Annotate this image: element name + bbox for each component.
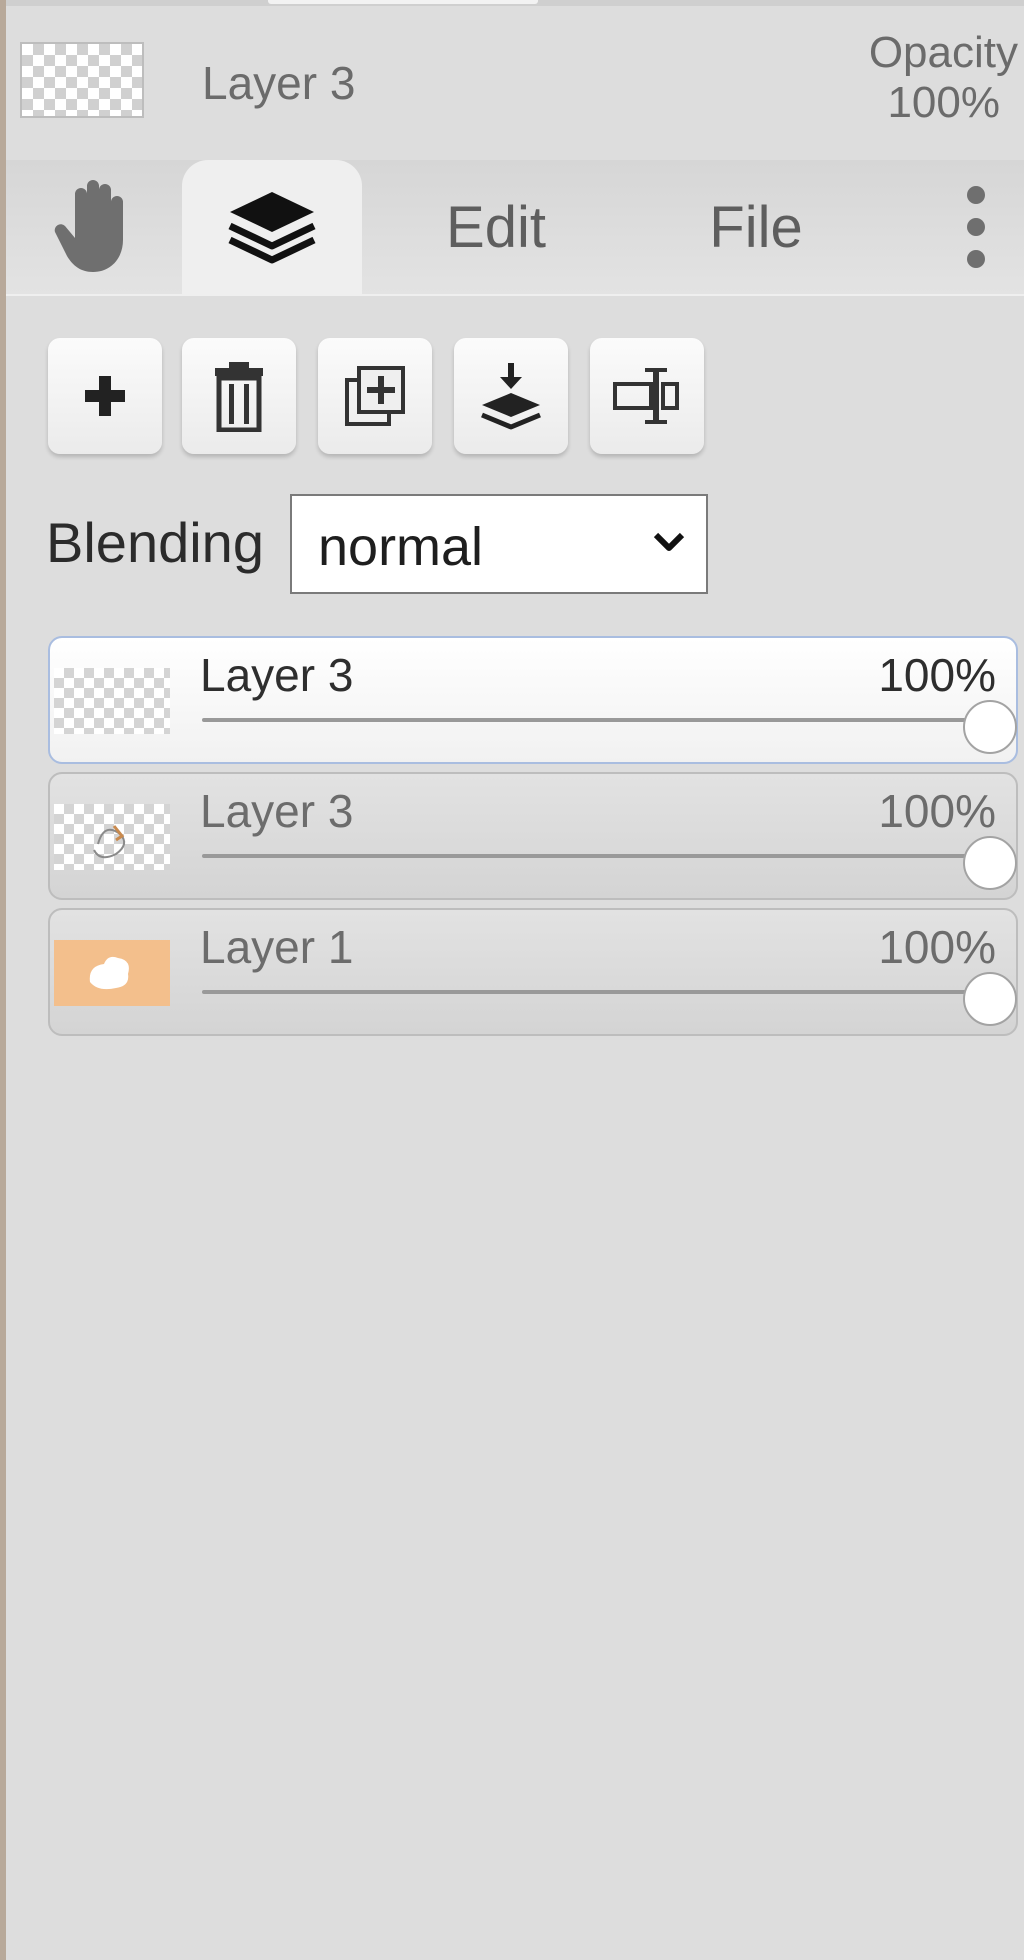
tab-bar: Edit File [6, 160, 1024, 296]
layer-opacity-slider-handle[interactable] [963, 700, 1017, 754]
layer-thumbnail [54, 804, 170, 870]
rename-layer-button[interactable] [590, 338, 704, 454]
blending-select[interactable]: normal [290, 494, 708, 594]
top-handle[interactable] [268, 0, 538, 4]
more-vertical-icon [967, 186, 985, 268]
chevron-down-icon [653, 532, 685, 551]
opacity-value: 100% [887, 78, 1000, 127]
layer-opacity-value: 100% [878, 921, 996, 973]
layer-thumbnail [54, 940, 170, 1006]
tab-file[interactable]: File [666, 160, 846, 294]
layers-icon [228, 192, 316, 264]
current-layer-thumbnail [20, 42, 144, 118]
rename-layer-icon [613, 368, 679, 424]
blending-label: Blending [46, 511, 264, 574]
layer-opacity-slider[interactable] [202, 718, 990, 722]
layer-opacity-slider[interactable] [202, 854, 990, 858]
hand-icon [54, 180, 123, 272]
layer-name: Layer 1 [200, 921, 354, 973]
layer-row[interactable]: Layer 1 100% [48, 908, 1018, 1036]
add-layer-icon [85, 376, 125, 416]
top-strip [6, 0, 1024, 6]
layer-opacity-slider-handle[interactable] [963, 836, 1017, 890]
tab-hand[interactable] [36, 160, 156, 294]
layer-row[interactable]: Layer 3 100% [48, 636, 1018, 764]
tab-layers[interactable] [182, 160, 362, 296]
layer-row[interactable]: Layer 3 100% [48, 772, 1018, 900]
merge-down-icon [481, 363, 541, 430]
delete-layer-button[interactable] [182, 338, 296, 454]
layer-name: Layer 3 [200, 649, 354, 701]
duplicate-layer-button[interactable] [318, 338, 432, 454]
merge-down-button[interactable] [454, 338, 568, 454]
layer-opacity-slider[interactable] [202, 990, 990, 994]
layer-opacity-value: 100% [878, 785, 996, 837]
opacity-label: Opacity [868, 28, 1018, 77]
current-layer-name: Layer 3 [202, 57, 356, 109]
layer-thumbnail [54, 668, 170, 734]
add-layer-button[interactable] [48, 338, 162, 454]
layer-name: Layer 3 [200, 785, 354, 837]
shape-thumbnail-icon [89, 956, 129, 990]
layer-opacity-value: 100% [878, 649, 996, 701]
duplicate-layer-icon [345, 366, 405, 426]
delete-layer-icon [215, 362, 263, 432]
more-menu-button[interactable] [936, 160, 1016, 294]
sketch-thumbnail-icon [93, 825, 126, 859]
layer-opacity-slider-handle[interactable] [963, 972, 1017, 1026]
blending-value: normal [318, 517, 484, 577]
tab-edit[interactable]: Edit [406, 160, 586, 294]
